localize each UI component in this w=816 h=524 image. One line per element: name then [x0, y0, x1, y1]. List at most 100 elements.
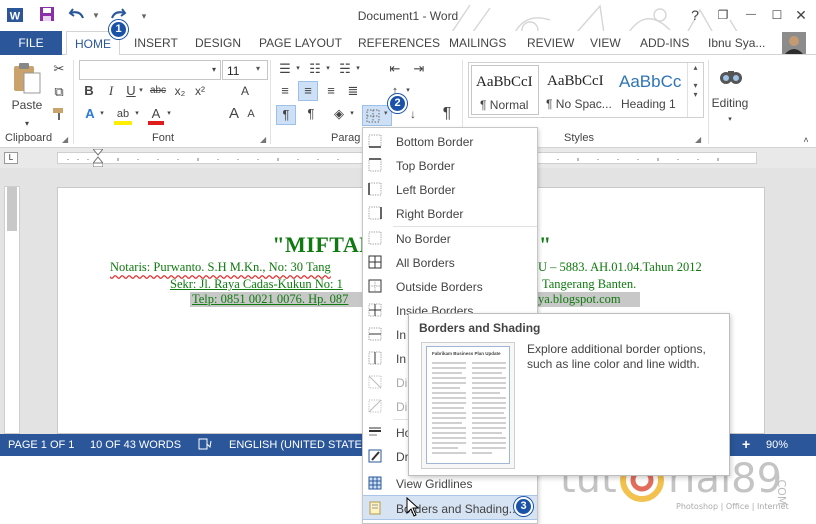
- menu-item-label: Di: [396, 400, 408, 414]
- show-formatting-icon[interactable]: ¶: [438, 105, 456, 123]
- styles-launcher-icon[interactable]: ◢: [695, 135, 701, 144]
- borders-button[interactable]: ▾: [362, 105, 392, 126]
- superscript-button[interactable]: x²: [191, 82, 209, 100]
- font-name-box[interactable]: [79, 60, 221, 80]
- bullets-dropdown-icon[interactable]: ▾: [294, 60, 302, 78]
- menu-item-all-borders[interactable]: All Borders: [363, 250, 537, 274]
- italic-button[interactable]: I: [104, 82, 118, 100]
- clear-formatting-button[interactable]: A: [232, 82, 258, 100]
- word-count[interactable]: 10 OF 43 WORDS: [90, 439, 181, 451]
- tab-file[interactable]: FILE: [0, 31, 62, 55]
- text-effects-dropdown-icon[interactable]: ▾: [98, 105, 106, 123]
- tab-references[interactable]: REFERENCES: [358, 31, 440, 55]
- style-normal[interactable]: AaBbCcI ¶ Normal: [471, 65, 539, 115]
- highlight-button[interactable]: ab: [114, 105, 132, 125]
- watermark-tagline: Photoshop | Office | Internet: [676, 502, 789, 511]
- style-heading-1[interactable]: AaBbCc Heading 1: [617, 65, 681, 115]
- grow-font-button[interactable]: A: [226, 105, 242, 123]
- tab-mailings[interactable]: MAILINGS: [449, 31, 506, 55]
- rtl-text-icon[interactable]: ¶: [302, 105, 320, 123]
- indent-marker-icon[interactable]: [91, 148, 105, 168]
- shrink-font-button[interactable]: A: [244, 105, 258, 123]
- text-effects-button[interactable]: A: [82, 105, 98, 123]
- ltr-text-icon[interactable]: ¶: [276, 105, 296, 125]
- menu-item-bottom-border[interactable]: Bottom Border: [363, 129, 537, 153]
- font-launcher-icon[interactable]: ◢: [260, 135, 266, 144]
- format-painter-icon[interactable]: [50, 106, 68, 124]
- tab-review[interactable]: REVIEW: [527, 31, 574, 55]
- align-center-icon[interactable]: ≡: [298, 81, 318, 101]
- menu-item-right-border[interactable]: Right Border: [363, 201, 537, 225]
- style-name: ¶ No Spac...: [546, 97, 612, 111]
- tab-design[interactable]: DESIGN: [195, 31, 241, 55]
- subscript-button[interactable]: x₂: [171, 82, 189, 100]
- copy-icon[interactable]: ⧉: [50, 83, 68, 101]
- bold-button[interactable]: B: [82, 82, 96, 100]
- increase-indent-icon[interactable]: ⇥: [410, 60, 428, 78]
- bullets-icon[interactable]: ☰: [276, 60, 294, 78]
- menu-item-label: All Borders: [396, 256, 455, 270]
- avatar[interactable]: [782, 32, 806, 54]
- font-size-dropdown-icon[interactable]: ▾: [256, 64, 260, 73]
- zoom-in-button[interactable]: +: [742, 436, 750, 452]
- user-name[interactable]: Ibnu Sya...: [708, 31, 765, 55]
- style-preview: AaBbCcI: [547, 73, 604, 89]
- font-size-box[interactable]: 11 ▾: [222, 60, 268, 80]
- proofing-icon[interactable]: [198, 437, 212, 454]
- page-count[interactable]: PAGE 1 OF 1: [8, 439, 74, 451]
- language-indicator[interactable]: ENGLISH (UNITED STATES): [229, 439, 373, 451]
- align-right-icon[interactable]: ≡: [322, 82, 340, 100]
- styles-scroll-icon[interactable]: ▴ ▾ ▾: [687, 63, 703, 117]
- menu-item-no-border[interactable]: No Border: [363, 226, 537, 250]
- editing-button[interactable]: Editing: [708, 94, 752, 112]
- close-button[interactable]: ✕: [788, 4, 814, 26]
- align-left-icon[interactable]: ≡: [276, 82, 294, 100]
- cut-icon[interactable]: ✂: [50, 60, 68, 78]
- clipboard-launcher-icon[interactable]: ◢: [62, 135, 68, 144]
- maximize-button[interactable]: ☐: [764, 4, 790, 26]
- style-no-spacing[interactable]: AaBbCcI ¶ No Spac...: [543, 65, 615, 115]
- underline-button[interactable]: U: [124, 82, 138, 100]
- menu-item-label: In: [396, 328, 407, 342]
- font-color-dropdown-icon[interactable]: ▾: [165, 105, 173, 123]
- find-icon[interactable]: [718, 63, 744, 89]
- tab-add-ins[interactable]: ADD-INS: [640, 31, 689, 55]
- decrease-indent-icon[interactable]: ⇤: [386, 60, 404, 78]
- minimize-button[interactable]: —: [738, 4, 764, 26]
- ribbon-display-options-icon[interactable]: ❐: [710, 4, 736, 26]
- paste-dropdown-icon[interactable]: ▾: [22, 115, 32, 133]
- paste-button[interactable]: Paste: [8, 96, 46, 114]
- tab-insert[interactable]: INSERT: [134, 31, 178, 55]
- styles-gallery[interactable]: AaBbCcI ¶ Normal AaBbCcI ¶ No Spac... Aa…: [468, 62, 704, 118]
- step-badge-1: 1: [109, 20, 128, 39]
- strikethrough-button[interactable]: abc: [148, 82, 168, 100]
- tab-page-layout[interactable]: PAGE LAYOUT: [259, 31, 342, 55]
- highlight-dropdown-icon[interactable]: ▾: [133, 105, 141, 123]
- multilevel-dropdown-icon[interactable]: ▾: [354, 60, 362, 78]
- menu-item-borders-and-shading[interactable]: Borders and Shading...: [363, 495, 537, 520]
- menu-item-top-border[interactable]: Top Border: [363, 153, 537, 177]
- styles-group-label: Styles: [564, 132, 594, 144]
- shading-dropdown-icon[interactable]: ▾: [348, 105, 356, 123]
- font-name-dropdown-icon[interactable]: ▾: [208, 61, 220, 79]
- borders-dropdown-icon[interactable]: ▾: [384, 109, 388, 117]
- underline-dropdown-icon[interactable]: ▾: [137, 82, 145, 100]
- font-color-button[interactable]: A: [148, 105, 164, 125]
- help-icon[interactable]: ?: [682, 4, 708, 26]
- tab-view[interactable]: VIEW: [590, 31, 621, 55]
- paragraph-group-label: Parag: [331, 132, 361, 144]
- numbering-icon[interactable]: ☷: [306, 60, 324, 78]
- editing-dropdown-icon[interactable]: ▾: [724, 111, 736, 129]
- multilevel-list-icon[interactable]: ☵: [336, 60, 354, 78]
- tab-selector-icon[interactable]: L: [4, 152, 18, 164]
- numbering-dropdown-icon[interactable]: ▾: [324, 60, 332, 78]
- menu-item-outside-borders[interactable]: Outside Borders: [363, 274, 537, 298]
- shading-icon[interactable]: ◈: [330, 105, 348, 123]
- justify-icon[interactable]: ≣: [344, 82, 362, 100]
- paste-icon[interactable]: [10, 61, 44, 95]
- borders-and-shading-tooltip: Borders and Shading Fabrikam Business Pl…: [408, 313, 730, 476]
- zoom-level[interactable]: 90%: [766, 439, 788, 451]
- collapse-ribbon-icon[interactable]: ˄: [800, 131, 812, 149]
- menu-item-left-border[interactable]: Left Border: [363, 177, 537, 201]
- sort-icon[interactable]: ↓: [404, 105, 422, 123]
